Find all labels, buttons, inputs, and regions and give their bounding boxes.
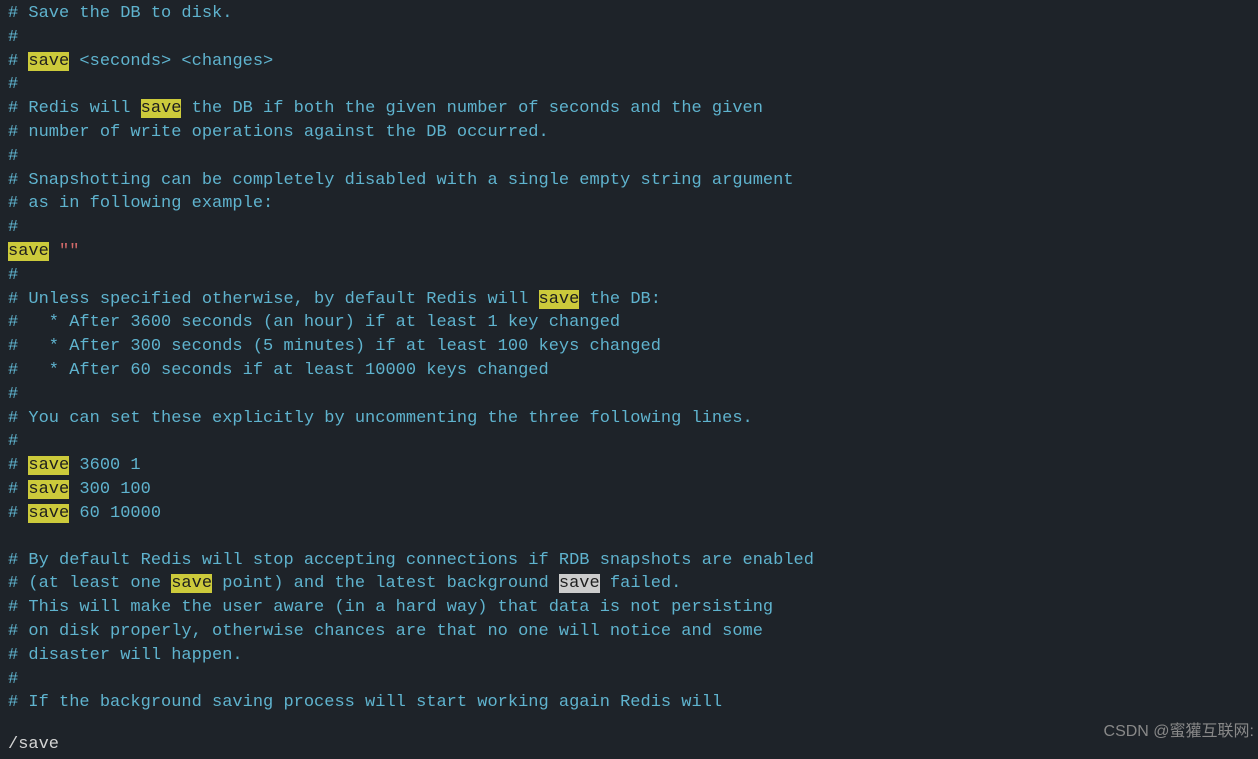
vim-status-line[interactable]: /save — [0, 731, 1258, 759]
text-segment: # number of write operations against the… — [8, 123, 549, 142]
text-segment: # — [8, 52, 28, 71]
text-segment: # * After 60 seconds if at least 10000 k… — [8, 361, 549, 380]
editor-line[interactable]: # — [8, 668, 1250, 692]
search-match: save — [28, 52, 69, 71]
search-match: save — [559, 574, 600, 593]
text-segment: # as in following example: — [8, 194, 273, 213]
editor-line[interactable]: # number of write operations against the… — [8, 121, 1250, 145]
editor-line[interactable]: # * After 300 seconds (5 minutes) if at … — [8, 335, 1250, 359]
editor-line[interactable]: # disaster will happen. — [8, 644, 1250, 668]
text-segment: # By default Redis will stop accepting c… — [8, 551, 814, 570]
text-segment: # Unless specified otherwise, by default… — [8, 290, 539, 309]
search-match: save — [28, 480, 69, 499]
text-segment — [49, 242, 59, 261]
editor-line[interactable]: # By default Redis will stop accepting c… — [8, 549, 1250, 573]
text-segment: failed. — [600, 574, 682, 593]
editor-line[interactable]: # Unless specified otherwise, by default… — [8, 288, 1250, 312]
text-segment: # — [8, 75, 18, 94]
editor-content[interactable]: # Save the DB to disk.## save <seconds> … — [0, 0, 1258, 717]
editor-line[interactable]: # — [8, 145, 1250, 169]
editor-line[interactable]: # on disk properly, otherwise chances ar… — [8, 620, 1250, 644]
text-segment: 3600 1 — [69, 456, 140, 475]
text-segment: # This will make the user aware (in a ha… — [8, 598, 773, 617]
text-segment: # Redis will — [8, 99, 141, 118]
search-match: save — [28, 456, 69, 475]
editor-line[interactable]: # save 3600 1 — [8, 454, 1250, 478]
editor-line[interactable]: # save 60 10000 — [8, 502, 1250, 526]
text-segment: the DB: — [579, 290, 661, 309]
editor-line[interactable]: # * After 60 seconds if at least 10000 k… — [8, 359, 1250, 383]
text-segment: # (at least one — [8, 574, 171, 593]
text-segment: 60 10000 — [69, 504, 161, 523]
editor-line[interactable]: # — [8, 383, 1250, 407]
text-segment: # — [8, 266, 18, 285]
editor-line[interactable]: # — [8, 26, 1250, 50]
search-match: save — [171, 574, 212, 593]
text-segment: # — [8, 670, 18, 689]
editor-line[interactable]: # as in following example: — [8, 192, 1250, 216]
text-segment: # on disk properly, otherwise chances ar… — [8, 622, 763, 641]
text-segment: # — [8, 504, 28, 523]
editor-line[interactable]: # This will make the user aware (in a ha… — [8, 596, 1250, 620]
text-segment: # Snapshotting can be completely disable… — [8, 171, 794, 190]
text-segment: the DB if both the given number of secon… — [181, 99, 763, 118]
editor-line[interactable]: # save 300 100 — [8, 478, 1250, 502]
text-segment: # — [8, 480, 28, 499]
editor-line[interactable]: # — [8, 73, 1250, 97]
text-segment: # If the background saving process will … — [8, 693, 722, 712]
editor-line[interactable]: # Snapshotting can be completely disable… — [8, 169, 1250, 193]
editor-line[interactable]: # (at least one save point) and the late… — [8, 572, 1250, 596]
search-match: save — [8, 242, 49, 261]
search-command: /save — [8, 735, 59, 754]
text-segment: # — [8, 147, 18, 166]
editor-line[interactable]: # Redis will save the DB if both the giv… — [8, 97, 1250, 121]
text-segment: # — [8, 28, 18, 47]
editor-line[interactable]: # — [8, 430, 1250, 454]
text-segment: point) and the latest background — [212, 574, 559, 593]
search-match: save — [141, 99, 182, 118]
search-match: save — [28, 504, 69, 523]
watermark: CSDN @蜜獾互联网: — [1104, 721, 1254, 743]
text-segment: # disaster will happen. — [8, 646, 243, 665]
text-segment: # Save the DB to disk. — [8, 4, 232, 23]
editor-line[interactable]: # — [8, 216, 1250, 240]
editor-line[interactable]: # — [8, 264, 1250, 288]
editor-line[interactable] — [8, 526, 1250, 549]
text-segment: # — [8, 432, 18, 451]
text-segment: # * After 3600 seconds (an hour) if at l… — [8, 313, 620, 332]
editor-line[interactable]: # If the background saving process will … — [8, 691, 1250, 715]
text-segment: # * After 300 seconds (5 minutes) if at … — [8, 337, 661, 356]
text-segment: # — [8, 456, 28, 475]
editor-line[interactable]: # * After 3600 seconds (an hour) if at l… — [8, 311, 1250, 335]
text-segment: 300 100 — [69, 480, 151, 499]
editor-line[interactable]: save "" — [8, 240, 1250, 264]
text-segment: # — [8, 385, 18, 404]
text-segment: "" — [59, 242, 79, 261]
editor-line[interactable]: # You can set these explicitly by uncomm… — [8, 407, 1250, 431]
editor-line[interactable]: # Save the DB to disk. — [8, 2, 1250, 26]
text-segment: <seconds> <changes> — [69, 52, 273, 71]
search-match: save — [539, 290, 580, 309]
editor-line[interactable]: # save <seconds> <changes> — [8, 50, 1250, 74]
text-segment: # You can set these explicitly by uncomm… — [8, 409, 753, 428]
text-segment: # — [8, 218, 18, 237]
